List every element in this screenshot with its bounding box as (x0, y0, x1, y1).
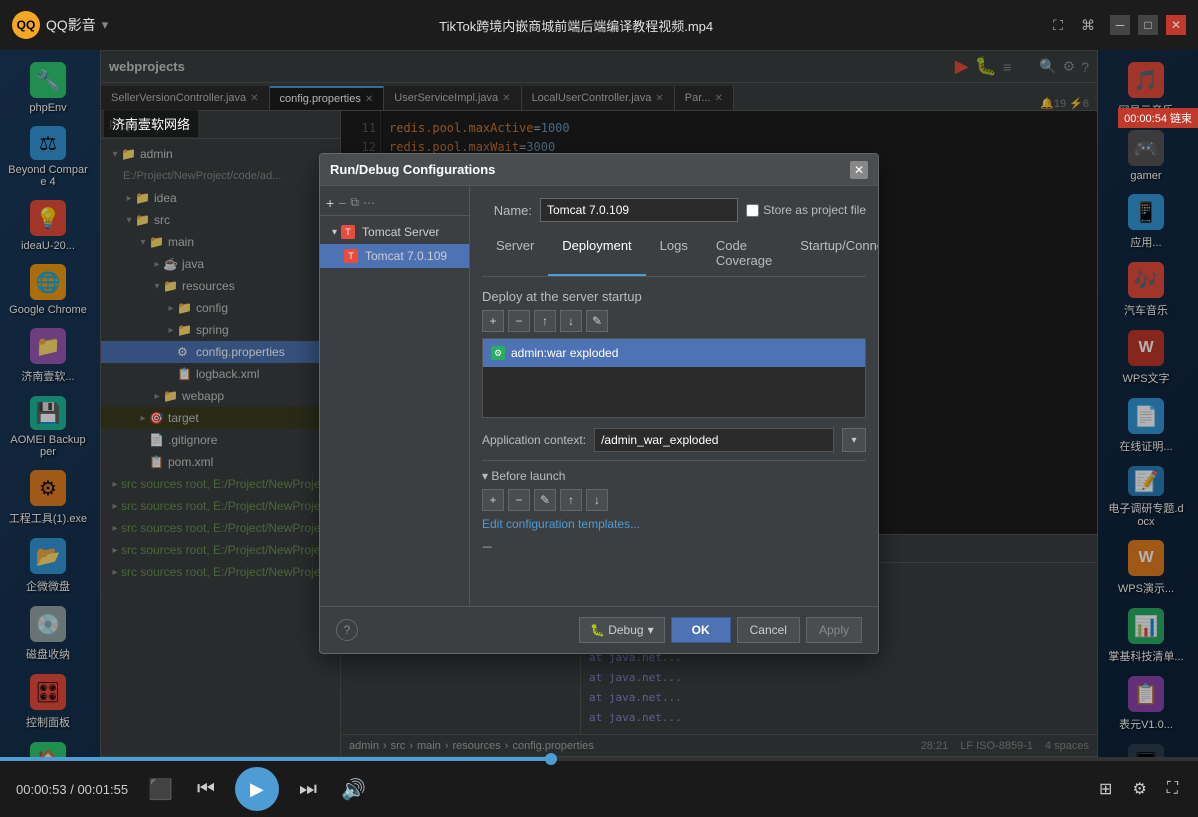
progress-thumb[interactable] (545, 753, 557, 765)
right-controls: ⊞ ⚙ ⛶ (1095, 775, 1182, 803)
deploy-at-startup-label: Deploy at the server startup (482, 289, 866, 304)
progress-fill (0, 757, 551, 761)
deploy-item-label: admin:war exploded (511, 346, 618, 360)
run-debug-dialog: Run/Debug Configurations ✕ + − ⧉ ⋯ (319, 153, 879, 654)
context-dropdown-btn[interactable]: ▾ (842, 428, 866, 452)
context-input[interactable] (594, 428, 834, 452)
deploy-toolbar: + − ↑ ↓ ✎ (482, 310, 866, 332)
launch-remove-btn[interactable]: − (508, 489, 530, 511)
dialog-title: Run/Debug Configurations (330, 162, 495, 177)
config-version-icon: T (344, 249, 358, 263)
video-title: TikTok跨境内嵌商城前端后端编译教程视频.mp4 (108, 16, 1044, 35)
dialog-tab-startup[interactable]: Startup/Connection (786, 232, 878, 276)
tray-icons: ⛶ ⌘ (1044, 11, 1102, 39)
store-checkbox[interactable] (746, 204, 759, 217)
dialog-title-bar: Run/Debug Configurations ✕ (320, 154, 878, 186)
debug-btn-label: 🐛 Debug (590, 623, 644, 637)
deploy-down-btn[interactable]: ↓ (560, 310, 582, 332)
debug-button[interactable]: 🐛 Debug ▾ (579, 617, 665, 643)
stop-button[interactable]: ⬛ (144, 773, 177, 806)
controls-row: 00:00:53 / 00:01:55 ⬛ ⏮ ▶ ⏭ 🔊 ⊞ ⚙ ⛶ (0, 761, 1198, 817)
deploy-list: ⚙ admin:war exploded (482, 338, 866, 418)
config-tomcat-icon: T (341, 225, 355, 239)
maximize-button[interactable]: □ (1138, 15, 1158, 35)
config-toolbar: + − ⧉ ⋯ (320, 190, 469, 216)
deploy-remove-btn[interactable]: − (508, 310, 530, 332)
tray-icon-2[interactable]: ⌘ (1074, 11, 1102, 39)
before-launch-expand[interactable]: − (482, 537, 493, 557)
desktop: 00:00:54 链束 济南壹软网络 🔧 phpEnv ⚖ Beyond Com… (0, 50, 1198, 757)
app-title: QQ影音 (46, 15, 96, 35)
config-label: Tomcat Server (362, 225, 439, 239)
config-tomcat-version[interactable]: T Tomcat 7.0.109 (320, 244, 469, 268)
launch-edit-btn[interactable]: ✎ (534, 489, 556, 511)
edit-templates-link[interactable]: Edit configuration templates... (482, 517, 640, 531)
before-launch-label: ▾ Before launch (482, 469, 866, 483)
deploy-item-war[interactable]: ⚙ admin:war exploded (483, 339, 865, 367)
dialog-left-panel: + − ⧉ ⋯ ▾ T Tomcat Server T Tomca (320, 186, 470, 606)
play-button[interactable]: ▶ (235, 767, 279, 811)
timer-overlay: 00:00:54 链束 (1118, 108, 1198, 128)
deploy-add-btn[interactable]: + (482, 310, 504, 332)
top-bar: QQ QQ影音 ▾ TikTok跨境内嵌商城前端后端编译教程视频.mp4 ⛶ ⌘… (0, 0, 1198, 50)
debug-btn-arrow: ▾ (648, 623, 654, 637)
war-deploy-icon: ⚙ (491, 346, 505, 360)
config-tree: ▾ T Tomcat Server T Tomcat 7.0.109 (320, 216, 469, 272)
fullscreen-button[interactable]: ⛶ (1163, 776, 1182, 802)
store-label: Store as project file (746, 203, 866, 217)
app-branding: QQ QQ影音 ▾ (12, 11, 108, 39)
launch-down-btn[interactable]: ↓ (586, 489, 608, 511)
deploy-up-btn[interactable]: ↑ (534, 310, 556, 332)
modal-overlay: Run/Debug Configurations ✕ + − ⧉ ⋯ (0, 50, 1198, 757)
launch-add-btn[interactable]: + (482, 489, 504, 511)
config-add-btn[interactable]: + (326, 195, 334, 211)
launch-up-btn[interactable]: ↑ (560, 489, 582, 511)
window-controls: ⛶ ⌘ ─ □ ✕ (1044, 11, 1186, 39)
apply-button[interactable]: Apply (806, 617, 862, 643)
dialog-footer: ? 🐛 Debug ▾ OK Cancel Apply (320, 606, 878, 653)
dialog-tab-codecoverage[interactable]: Code Coverage (702, 232, 786, 276)
context-label: Application context: (482, 433, 586, 447)
time-display: 00:00:53 / 00:01:55 (16, 782, 128, 797)
context-row: Application context: ▾ (482, 428, 866, 452)
name-label: Name: (482, 203, 532, 218)
dialog-close-button[interactable]: ✕ (850, 161, 868, 179)
name-row: Name: Store as project file (482, 198, 866, 222)
taskbar: 00:00:53 / 00:01:55 ⬛ ⏮ ▶ ⏭ 🔊 ⊞ ⚙ ⛶ (0, 757, 1198, 817)
close-button[interactable]: ✕ (1166, 15, 1186, 35)
cancel-button[interactable]: Cancel (737, 617, 800, 643)
store-text: Store as project file (763, 203, 866, 217)
config-remove-btn[interactable]: − (338, 195, 346, 211)
deploy-edit-btn[interactable]: ✎ (586, 310, 608, 332)
config-more-btn[interactable]: ⋯ (363, 196, 375, 210)
help-button[interactable]: ? (336, 619, 358, 641)
tray-icon-1[interactable]: ⛶ (1044, 11, 1072, 39)
deployment-section: Deploy at the server startup + − ↑ ↓ ✎ ⚙… (482, 289, 866, 418)
prev-button[interactable]: ⏮ (193, 774, 219, 805)
dialog-tab-deployment[interactable]: Deployment (548, 232, 645, 276)
volume-button[interactable]: 🔊 (337, 773, 370, 806)
config-arrow: ▾ (332, 227, 337, 238)
dialog-tab-logs[interactable]: Logs (646, 232, 702, 276)
dialog-tab-server[interactable]: Server (482, 232, 548, 276)
dialog-main: + − ⧉ ⋯ ▾ T Tomcat Server T Tomca (320, 186, 878, 606)
watermark: 济南壹软网络 (104, 110, 198, 137)
progress-bar[interactable] (0, 757, 1198, 761)
dialog-tabs: Server Deployment Logs Code Coverage Sta… (482, 232, 866, 277)
settings-button[interactable]: ⚙ (1128, 775, 1150, 803)
screenshot-button[interactable]: ⊞ (1095, 775, 1116, 803)
qq-logo: QQ (12, 11, 40, 39)
next-button[interactable]: ⏭ (295, 774, 321, 805)
ok-button[interactable]: OK (671, 617, 731, 643)
config-tomcat-server[interactable]: ▾ T Tomcat Server (320, 220, 469, 244)
config-version-label: Tomcat 7.0.109 (365, 249, 447, 263)
config-copy-btn[interactable]: ⧉ (350, 195, 359, 210)
before-launch-toolbar: + − ✎ ↑ ↓ (482, 489, 866, 511)
dialog-right-panel: Name: Store as project file Server Deplo… (470, 186, 878, 606)
name-input[interactable] (540, 198, 738, 222)
before-launch-section: ▾ Before launch + − ✎ ↑ ↓ Edit configura… (482, 460, 866, 558)
minimize-button[interactable]: ─ (1110, 15, 1130, 35)
